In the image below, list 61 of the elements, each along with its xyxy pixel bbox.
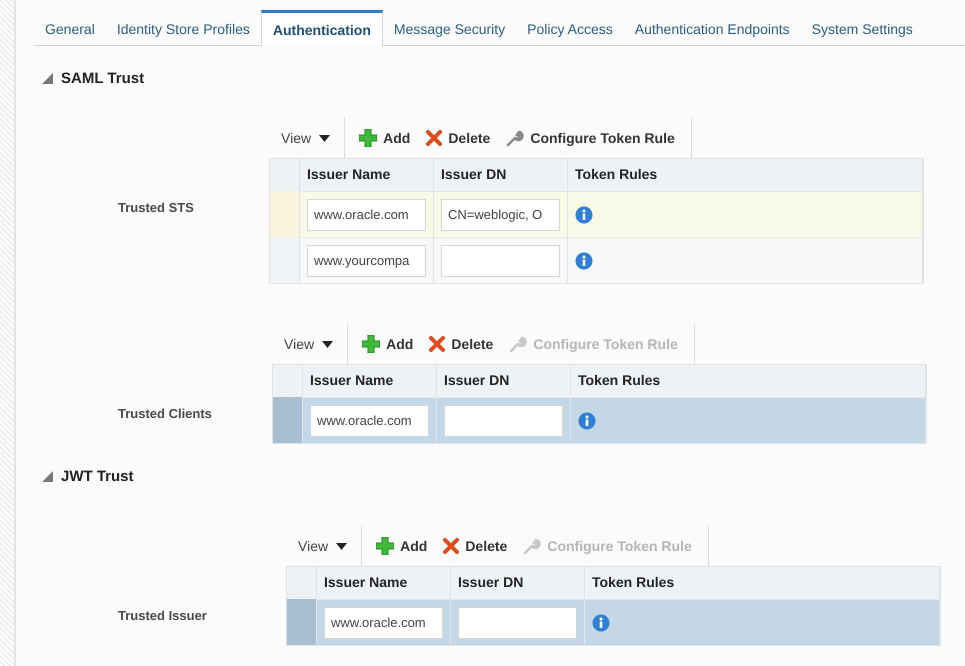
delete-button[interactable]: Delete — [421, 324, 502, 364]
input-field[interactable]: www.oracle.com — [324, 606, 443, 638]
input-field[interactable]: CN=weblogic, O — [441, 198, 560, 230]
field-label: Trusted Clients — [117, 405, 213, 423]
column-header: Token Rules — [568, 159, 923, 191]
view-menu-button[interactable]: View — [272, 324, 348, 364]
collapse-triangle-icon[interactable] — [42, 72, 53, 84]
add-button[interactable]: Add — [354, 324, 422, 364]
input-field[interactable]: www.oracle.com — [310, 404, 429, 436]
info-icon[interactable] — [575, 252, 593, 270]
collapse-triangle-icon[interactable] — [42, 470, 53, 482]
info-icon[interactable] — [592, 614, 610, 632]
view-menu-button[interactable]: View — [286, 526, 362, 566]
caret-icon — [336, 542, 348, 550]
tab[interactable]: Authentication — [260, 10, 383, 46]
info-icon[interactable] — [578, 412, 596, 430]
tab[interactable]: Message Security — [382, 10, 516, 45]
configure-token-rule-button[interactable]: Configure Token Rule — [498, 118, 683, 158]
plus-icon — [359, 129, 378, 147]
section-title: SAML Trust — [61, 70, 144, 86]
info-icon[interactable] — [575, 206, 593, 224]
wrench-icon — [523, 537, 542, 555]
field-label: Trusted STS — [117, 199, 195, 217]
input-field[interactable] — [441, 244, 560, 276]
row-header-cell[interactable] — [270, 191, 300, 237]
column-header: Issuer DN — [437, 365, 571, 397]
wrench-icon — [509, 335, 528, 353]
column-header: Token Rules — [585, 567, 940, 599]
caret-icon — [319, 134, 330, 142]
add-button[interactable]: Add — [351, 118, 418, 158]
section-title: JWT Trust — [61, 468, 134, 484]
row-header-cell[interactable] — [273, 397, 303, 443]
view-menu-button[interactable]: View — [269, 118, 346, 158]
input-field[interactable] — [458, 606, 577, 638]
column-header: Issuer DN — [451, 567, 585, 599]
tab[interactable]: System Settings — [800, 10, 924, 45]
row-header-cell[interactable] — [287, 599, 317, 645]
tab[interactable]: Policy Access — [516, 10, 624, 45]
delete-button[interactable]: Delete — [435, 526, 516, 566]
field-label: Trusted Issuer — [117, 607, 208, 625]
add-button[interactable]: Add — [368, 526, 436, 566]
input-field[interactable] — [444, 404, 563, 436]
plus-icon — [376, 537, 394, 555]
delete-icon — [443, 538, 460, 554]
column-header: Issuer Name — [303, 365, 437, 397]
column-header: Issuer Name — [317, 567, 451, 599]
tab[interactable]: General — [34, 10, 106, 45]
wrench-icon — [506, 129, 524, 147]
row-header-cell[interactable] — [270, 237, 300, 283]
delete-icon — [426, 130, 442, 146]
column-header: Token Rules — [571, 365, 926, 397]
column-header: Issuer DN — [434, 159, 568, 191]
tab[interactable]: Authentication Endpoints — [624, 10, 801, 45]
input-field[interactable]: www.yourcompa — [307, 244, 426, 276]
caret-icon — [322, 340, 334, 348]
delete-button[interactable]: Delete — [418, 118, 498, 158]
column-header: Issuer Name — [300, 159, 434, 191]
plus-icon — [362, 335, 380, 353]
tab[interactable]: Identity Store Profiles — [106, 10, 261, 45]
input-field[interactable]: www.oracle.com — [307, 198, 426, 230]
delete-icon — [429, 336, 446, 352]
